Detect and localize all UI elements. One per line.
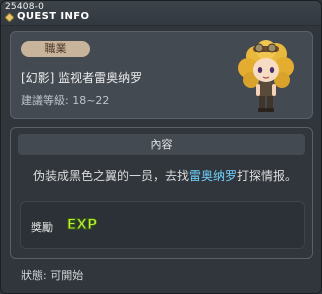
quest-info-window: 25408-0 QUEST INFO 職業 [幻影] 监视者雷奥纳罗 建議等級:… <box>0 0 322 294</box>
description-text-1: 伪装成黑色之翼的一员，去找 <box>33 169 190 183</box>
quest-status: 狀態: 可開始 <box>21 269 84 282</box>
reward-panel: 獎勵 EXP <box>20 201 305 249</box>
recommended-level: 建議等級: 18~22 <box>21 94 110 107</box>
npc-portrait-icon <box>238 40 294 112</box>
content-header: 內容 <box>18 134 305 155</box>
quest-name: [幻影] 监视者雷奥纳罗 <box>21 71 143 85</box>
job-badge: 職業 <box>21 41 90 57</box>
quest-content-panel: 內容 伪装成黑色之翼的一员，去找雷奥纳罗打探情报。 獎勵 EXP <box>10 127 313 259</box>
quest-summary-card: 職業 [幻影] 监视者雷奥纳罗 建議等級: 18~22 <box>10 31 313 119</box>
title-bar[interactable]: 25408-0 QUEST INFO <box>1 1 321 26</box>
quest-diamond-icon <box>5 13 14 22</box>
description-text-2: 打探情报。 <box>237 169 298 183</box>
window-title: QUEST INFO <box>17 11 90 22</box>
npc-name-link[interactable]: 雷奥纳罗 <box>189 169 237 183</box>
quest-description: 伪装成黑色之翼的一员，去找雷奥纳罗打探情报。 <box>33 167 297 184</box>
exp-icon: EXP <box>66 217 98 234</box>
reward-label: 獎勵 <box>31 221 53 234</box>
exp-text: EXP <box>67 217 98 233</box>
